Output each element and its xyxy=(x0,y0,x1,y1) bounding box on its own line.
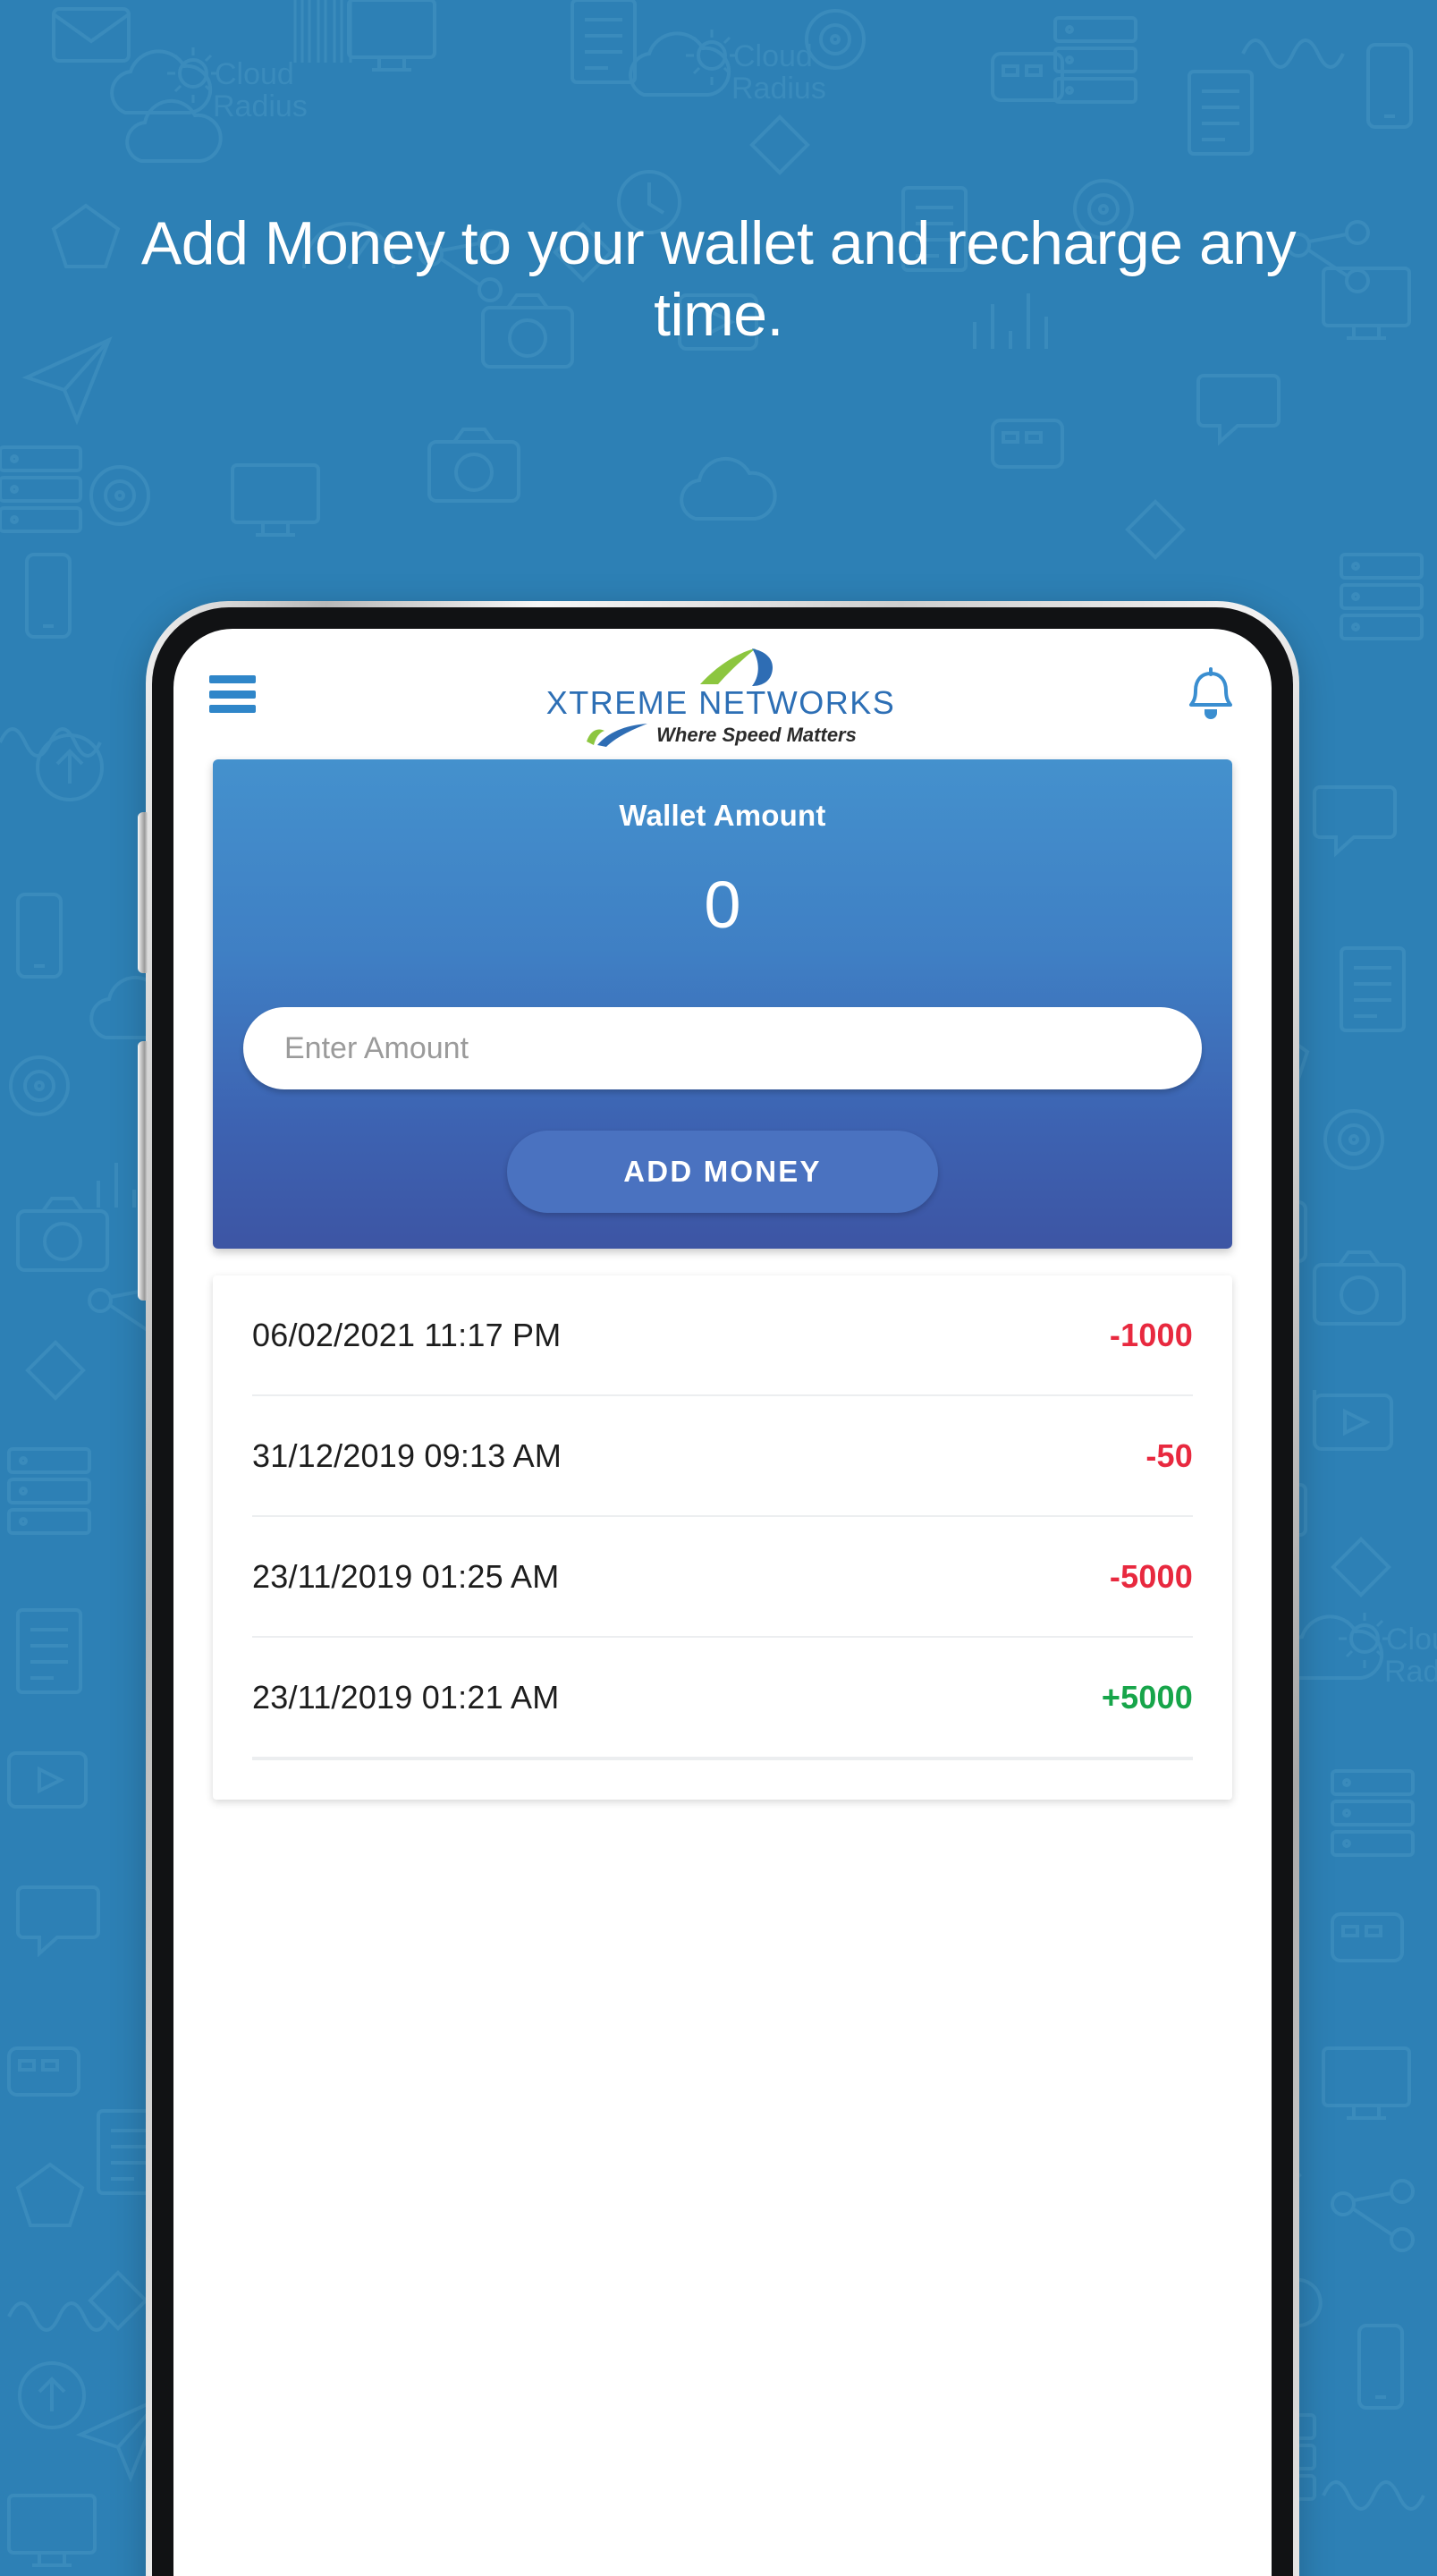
logo-tagline: Where Speed Matters xyxy=(656,724,857,746)
table-row[interactable]: 23/11/2019 01:21 AM +5000 xyxy=(252,1638,1193,1758)
app-header: XTREME NETWORKS Where Speed Matters xyxy=(173,629,1272,759)
transaction-amount: -50 xyxy=(1145,1436,1193,1474)
transaction-amount: +5000 xyxy=(1101,1678,1193,1716)
wallet-card: Wallet Amount 0 ADD MONEY xyxy=(213,759,1232,1249)
phone-outer-frame: XTREME NETWORKS Where Speed Matters Wall… xyxy=(138,601,1299,2576)
logo-swoosh-icon xyxy=(700,648,773,686)
table-row[interactable]: 31/12/2019 09:13 AM -50 xyxy=(252,1396,1193,1517)
transactions-list-divider xyxy=(252,1758,1193,1800)
phone-side-button-power[interactable] xyxy=(138,1041,148,1301)
wallet-amount-value: 0 xyxy=(704,868,741,942)
hamburger-menu-icon[interactable] xyxy=(209,675,256,713)
phone-mockup: XTREME NETWORKS Where Speed Matters Wall… xyxy=(138,601,1299,2576)
logo-underline-swoosh-icon xyxy=(587,724,648,747)
transaction-amount: -1000 xyxy=(1109,1316,1193,1353)
phone-side-button-volume[interactable] xyxy=(138,812,148,973)
promo-screenshot: Cloud Radius xyxy=(0,0,1437,2576)
transaction-date: 31/12/2019 09:13 AM xyxy=(252,1436,562,1474)
phone-bezel: XTREME NETWORKS Where Speed Matters Wall… xyxy=(152,607,1293,2576)
logo-wordmark: XTREME NETWORKS xyxy=(545,684,896,721)
transaction-date: 06/02/2021 11:17 PM xyxy=(252,1316,562,1353)
amount-input[interactable] xyxy=(243,1007,1202,1089)
transactions-list: 06/02/2021 11:17 PM -1000 31/12/2019 09:… xyxy=(213,1275,1232,1800)
app-logo: XTREME NETWORKS Where Speed Matters xyxy=(256,647,1186,747)
transaction-date: 23/11/2019 01:21 AM xyxy=(252,1678,560,1716)
promo-headline: Add Money to your wallet and recharge an… xyxy=(140,209,1297,350)
logo-tagline-row: Where Speed Matters xyxy=(585,724,857,747)
phone-screen: XTREME NETWORKS Where Speed Matters Wall… xyxy=(173,629,1272,2576)
transaction-date: 23/11/2019 01:25 AM xyxy=(252,1557,560,1595)
notification-bell-icon[interactable] xyxy=(1186,667,1236,721)
wallet-amount-label: Wallet Amount xyxy=(619,799,826,832)
transaction-amount: -5000 xyxy=(1109,1557,1193,1595)
add-money-button[interactable]: ADD MONEY xyxy=(507,1131,938,1213)
table-row[interactable]: 06/02/2021 11:17 PM -1000 xyxy=(252,1275,1193,1396)
table-row[interactable]: 23/11/2019 01:25 AM -5000 xyxy=(252,1517,1193,1638)
